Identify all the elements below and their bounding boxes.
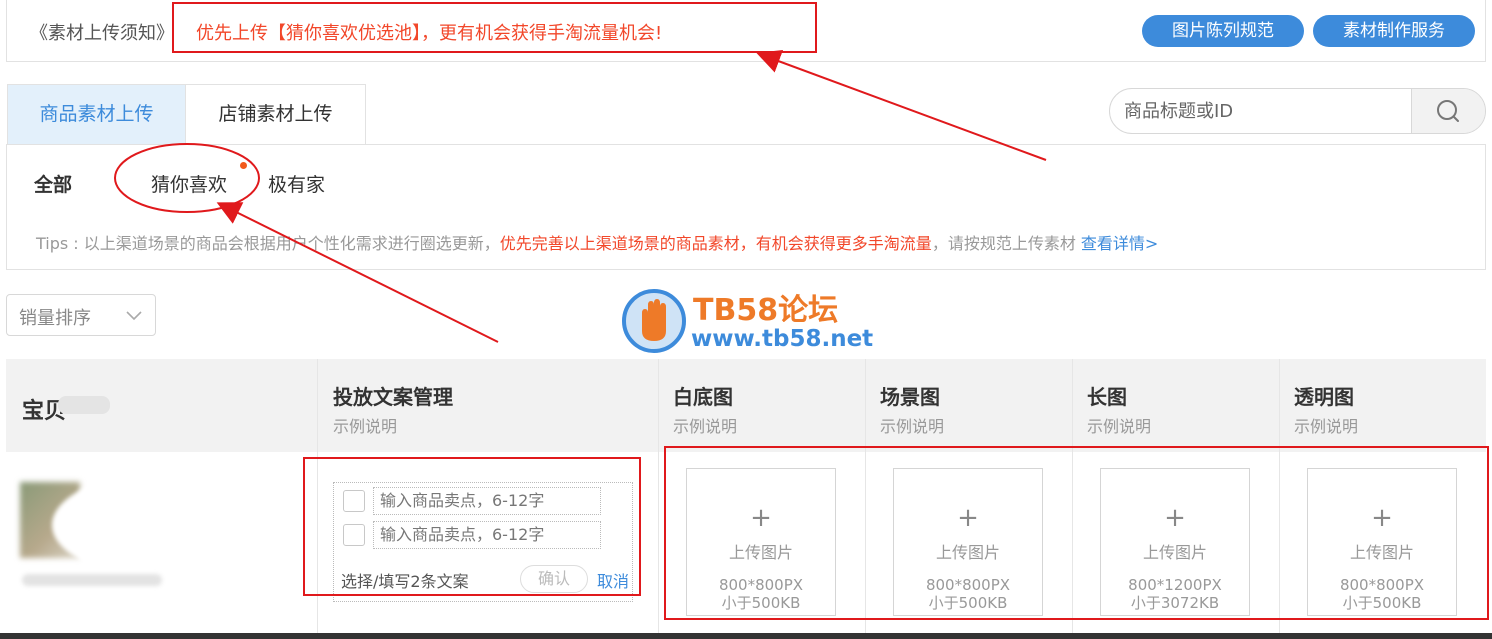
annotation-arrows [114,49,1047,343]
bottom-border [0,633,1492,639]
